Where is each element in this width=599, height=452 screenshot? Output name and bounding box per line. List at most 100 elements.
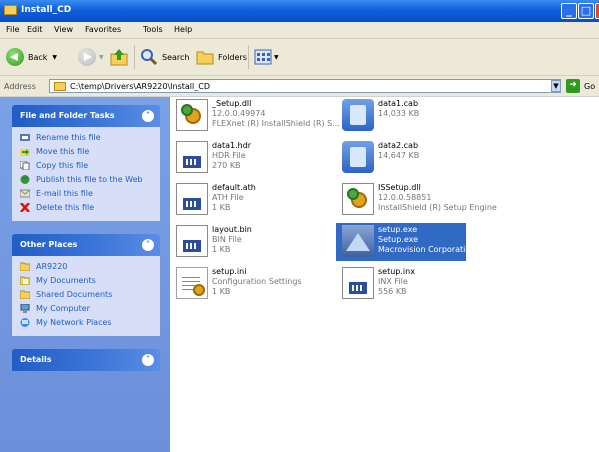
file-item[interactable]: ISSetup.dll 12.0.0.58851 InstallShield (…: [336, 181, 516, 221]
file-name: data1.cab: [378, 99, 419, 108]
collapse-icon[interactable]: ˄: [142, 239, 154, 251]
folders-icon: [196, 51, 214, 65]
file-item[interactable]: data2.cab 14,647 KB: [336, 139, 516, 179]
web-icon: [20, 175, 30, 184]
folder-icon: [54, 82, 66, 91]
place-label: AR9220: [36, 262, 68, 271]
task-publish[interactable]: Publish this file to the Web: [12, 173, 160, 187]
file-item[interactable]: _Setup.dll 12.0.0.49974 FLEXnet (R) Inst…: [170, 97, 350, 137]
menu-file[interactable]: File: [6, 25, 19, 34]
network-icon: [20, 318, 30, 327]
forward-dropdown-icon[interactable]: ▼: [99, 54, 104, 61]
menu-edit[interactable]: Edit: [27, 25, 43, 34]
task-copy[interactable]: Copy this file: [12, 159, 160, 173]
back-arrow-icon: [6, 48, 24, 66]
file-type: INX File: [378, 277, 408, 286]
file-icon: [176, 183, 208, 215]
file-item[interactable]: setup.ini Configuration Settings 1 KB: [170, 265, 350, 305]
task-label: Delete this file: [36, 203, 95, 212]
task-rename[interactable]: Rename this file: [12, 131, 160, 145]
place-my-documents[interactable]: My Documents: [12, 274, 160, 288]
file-type: HDR File: [212, 151, 246, 160]
other-places-panel: Other Places ˄ AR9220 My Documents Share…: [12, 234, 160, 336]
search-icon: [141, 49, 158, 66]
email-icon: [20, 189, 30, 198]
file-detail: FLEXnet (R) InstallShield (R) S...: [212, 119, 340, 128]
up-folder-button[interactable]: [110, 47, 128, 67]
menu-view[interactable]: View: [54, 25, 73, 34]
task-pane: File and Folder Tasks ˄ Rename this file…: [0, 97, 170, 452]
place-label: My Documents: [36, 276, 96, 285]
up-folder-icon: [110, 49, 128, 66]
file-item[interactable]: data1.hdr HDR File 270 KB: [170, 139, 350, 179]
panel-body: Rename this file Move this file Copy thi…: [12, 127, 160, 221]
copy-icon: [20, 161, 30, 170]
task-move[interactable]: Move this file: [12, 145, 160, 159]
folders-button[interactable]: Folders: [196, 47, 247, 67]
file-item[interactable]: default.ath ATH File 1 KB: [170, 181, 350, 221]
computer-icon: [20, 304, 30, 313]
menu-favorites[interactable]: Favorites: [85, 25, 121, 34]
folders-label: Folders: [218, 52, 247, 62]
rename-icon: [20, 134, 30, 141]
file-item[interactable]: data1.cab 14,033 KB: [336, 97, 516, 137]
expand-icon[interactable]: ˅: [142, 354, 154, 366]
file-type: Configuration Settings: [212, 277, 302, 286]
window-title: Install_CD: [21, 5, 72, 15]
search-label: Search: [162, 52, 190, 62]
address-input[interactable]: C:\temp\Drivers\AR9220\Install_CD: [49, 79, 561, 93]
back-dropdown-icon[interactable]: ▼: [52, 54, 57, 61]
file-icon: [176, 225, 208, 257]
menu-tools[interactable]: Tools: [143, 25, 163, 34]
place-my-network[interactable]: My Network Places: [12, 316, 160, 330]
search-button[interactable]: Search: [140, 47, 189, 67]
move-icon: [20, 149, 30, 156]
folder-icon: [20, 262, 30, 271]
close-button[interactable]: ×: [595, 3, 599, 19]
address-value: C:\temp\Drivers\AR9220\Install_CD: [70, 82, 210, 91]
place-shared-documents[interactable]: Shared Documents: [12, 288, 160, 302]
file-item[interactable]: layout.bin BIN File 1 KB: [170, 223, 350, 263]
file-name: data2.cab: [378, 141, 419, 150]
file-name: setup.exe: [378, 225, 418, 234]
file-name: default.ath: [212, 183, 256, 192]
panel-header[interactable]: File and Folder Tasks ˄: [12, 105, 160, 127]
file-description: Setup.exe: [378, 235, 419, 244]
panel-body: AR9220 My Documents Shared Documents My …: [12, 256, 160, 336]
task-email[interactable]: E-mail this file: [12, 187, 160, 201]
views-button[interactable]: ▼: [254, 47, 279, 67]
menu-help[interactable]: Help: [174, 25, 192, 34]
back-button[interactable]: Back ▼: [6, 47, 57, 67]
address-bar: Address C:\temp\Drivers\AR9220\Install_C…: [0, 76, 599, 97]
task-label: Move this file: [36, 147, 90, 156]
ini-icon: [176, 267, 208, 299]
go-button[interactable]: Go: [584, 82, 595, 91]
views-dropdown-icon[interactable]: ▼: [274, 54, 279, 61]
file-name: setup.ini: [212, 267, 247, 276]
file-detail: InstallShield (R) Setup Engine: [378, 203, 497, 212]
file-size: 270 KB: [212, 161, 241, 170]
panel-title: Details: [20, 355, 52, 364]
task-label: Copy this file: [36, 161, 89, 170]
file-icon: [342, 267, 374, 299]
panel-header[interactable]: Details ˅: [12, 349, 160, 371]
place-my-computer[interactable]: My Computer: [12, 302, 160, 316]
file-item[interactable]: setup.inx INX File 556 KB: [336, 265, 516, 305]
go-arrow-icon[interactable]: ➜: [566, 79, 580, 93]
place-ar9220[interactable]: AR9220: [12, 260, 160, 274]
maximize-button[interactable]: □: [578, 3, 594, 19]
file-type: ATH File: [212, 193, 244, 202]
toolbar: Back ▼ ▼ Search Folders ▼: [0, 39, 599, 76]
collapse-icon[interactable]: ˄: [142, 110, 154, 122]
file-name: setup.inx: [378, 267, 415, 276]
title-bar[interactable]: Install_CD _ □ ×: [0, 0, 599, 22]
file-type: 12.0.0.58851: [378, 193, 432, 202]
task-delete[interactable]: Delete this file: [12, 201, 160, 215]
file-item-selected[interactable]: setup.exe Setup.exe Macrovision Corporat…: [336, 223, 516, 263]
panel-header[interactable]: Other Places ˄: [12, 234, 160, 256]
file-size: 1 KB: [212, 245, 231, 254]
dll-icon: [176, 99, 208, 131]
address-dropdown-icon[interactable]: ▼: [551, 80, 561, 92]
minimize-button[interactable]: _: [561, 3, 577, 19]
forward-button[interactable]: ▼: [78, 47, 104, 67]
